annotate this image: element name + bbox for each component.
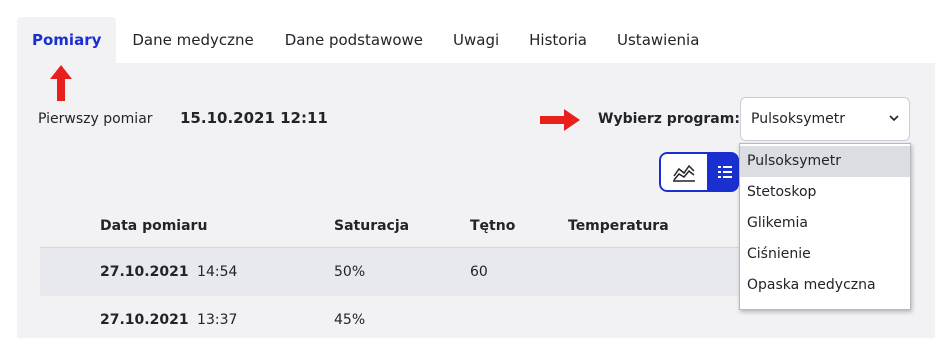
tab-dane-podstawowe[interactable]: Dane podstawowe xyxy=(270,17,438,63)
program-select-value: Pulsoksymetr xyxy=(751,111,846,127)
view-toggle xyxy=(659,152,739,192)
saturation-cell: 45% xyxy=(334,312,366,328)
row-time: 13:37 xyxy=(197,312,238,328)
chevron-down-icon xyxy=(889,115,899,122)
menu-item-glikemia[interactable]: Glikemia xyxy=(740,208,910,239)
date-cell: 27.10.2021 13:37 xyxy=(100,296,237,338)
header-saturation[interactable]: Saturacja xyxy=(334,205,409,248)
menu-item-opaska-medyczna[interactable]: Opaska medyczna xyxy=(740,270,910,301)
tab-pomiary[interactable]: Pomiary xyxy=(17,17,117,63)
header-pulse[interactable]: Tętno xyxy=(470,205,515,248)
tab-bar: Pomiary Dane medyczne Dane podstawowe Uw… xyxy=(17,17,714,63)
header-date[interactable]: Data pomiaru xyxy=(100,205,207,248)
chart-view-button[interactable] xyxy=(659,152,709,192)
program-select[interactable]: Pulsoksymetr xyxy=(740,97,910,141)
menu-item-stetoskop[interactable]: Stetoskop xyxy=(740,177,910,208)
chart-icon xyxy=(673,164,695,182)
arrow-right-icon xyxy=(540,109,580,131)
tab-historia[interactable]: Historia xyxy=(514,17,602,63)
row-date: 27.10.2021 xyxy=(100,264,189,280)
tab-uwagi[interactable]: Uwagi xyxy=(438,17,514,63)
row-time: 14:54 xyxy=(197,264,238,280)
tab-dane-medyczne[interactable]: Dane medyczne xyxy=(116,17,269,63)
menu-item-pulsoksymetr[interactable]: Pulsoksymetr xyxy=(740,146,910,177)
program-select-label: Wybierz program: xyxy=(598,111,740,127)
list-view-button[interactable] xyxy=(709,152,739,192)
pulse-cell: 60 xyxy=(470,264,488,280)
program-dropdown-menu: Pulsoksymetr Stetoskop Glikemia Ciśnieni… xyxy=(739,143,911,310)
saturation-cell: 50% xyxy=(334,264,366,280)
header-temperature[interactable]: Temperatura xyxy=(568,205,669,248)
date-cell: 27.10.2021 14:54 xyxy=(100,248,237,296)
row-date: 27.10.2021 xyxy=(100,312,189,328)
first-measurement-label: Pierwszy pomiar xyxy=(38,111,153,127)
patient-page: Pomiary Dane medyczne Dane podstawowe Uw… xyxy=(0,0,935,338)
list-icon xyxy=(718,166,732,178)
arrow-up-icon xyxy=(50,65,72,101)
tab-ustawienia[interactable]: Ustawienia xyxy=(602,17,714,63)
menu-item-cisnienie[interactable]: Ciśnienie xyxy=(740,239,910,270)
first-measurement-value: 15.10.2021 12:11 xyxy=(180,109,328,127)
